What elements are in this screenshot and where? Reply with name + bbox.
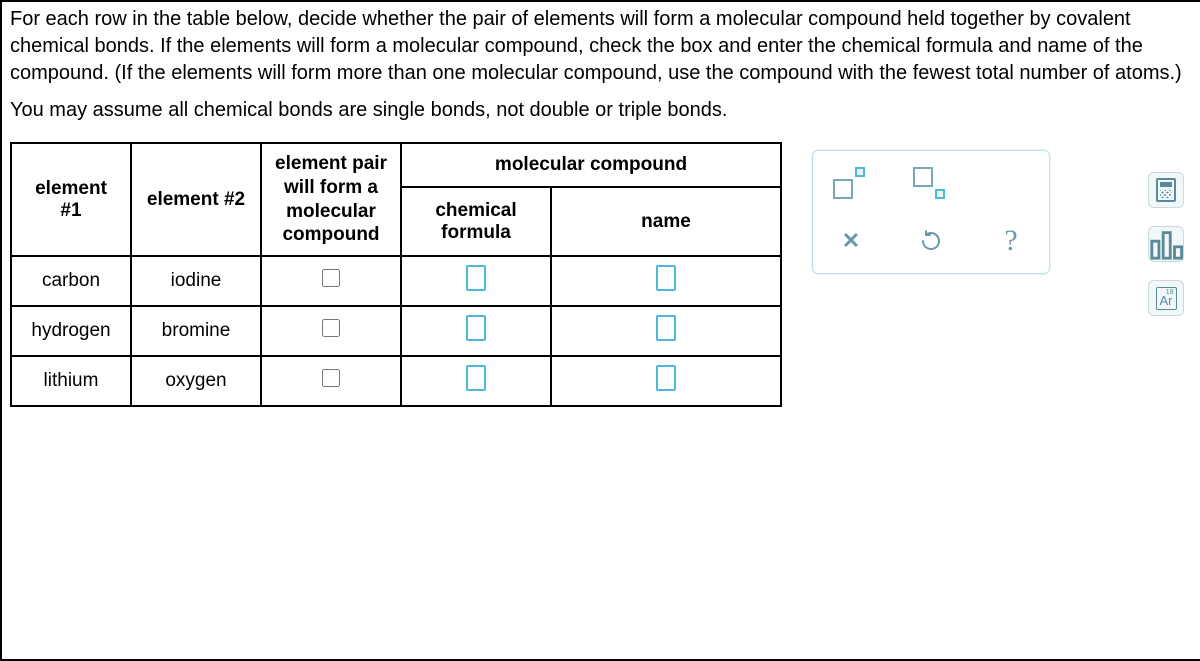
input-compound-name[interactable] <box>656 315 676 341</box>
table-row: lithium oxygen <box>11 356 781 406</box>
cell-element2: bromine <box>131 306 261 356</box>
formula-tool-panel: ✕ ? <box>812 150 1050 274</box>
input-chemical-formula[interactable] <box>466 315 486 341</box>
checkbox-will-form[interactable] <box>322 269 340 287</box>
graph-button[interactable] <box>1148 226 1184 262</box>
cell-element1: lithium <box>11 356 131 406</box>
superscript-button[interactable] <box>831 163 871 203</box>
side-tools: 18 Ar <box>1148 172 1184 316</box>
input-chemical-formula[interactable] <box>466 265 486 291</box>
cell-element1: hydrogen <box>11 306 131 356</box>
bar-chart-icon <box>1149 227 1183 261</box>
instructions-text: For each row in the table below, decide … <box>2 2 1200 91</box>
input-chemical-formula[interactable] <box>466 365 486 391</box>
close-icon: ✕ <box>842 228 860 254</box>
cell-element2: iodine <box>131 256 261 306</box>
undo-icon <box>919 229 943 253</box>
header-will-form: element pair will form a molecular compo… <box>261 143 401 256</box>
table-row: carbon iodine <box>11 256 781 306</box>
calculator-icon <box>1156 178 1176 202</box>
cell-element1: carbon <box>11 256 131 306</box>
header-element1: element #1 <box>11 143 131 256</box>
checkbox-will-form[interactable] <box>322 369 340 387</box>
calculator-button[interactable] <box>1148 172 1184 208</box>
periodic-table-button[interactable]: 18 Ar <box>1148 280 1184 316</box>
checkbox-will-form[interactable] <box>322 319 340 337</box>
reset-button[interactable] <box>911 221 951 261</box>
header-chemical-formula: chemical formula <box>401 187 551 256</box>
cell-element2: oxygen <box>131 356 261 406</box>
elements-table: element #1 element #2 element pair will … <box>10 142 782 407</box>
subscript-button[interactable] <box>911 163 951 203</box>
help-button[interactable]: ? <box>991 221 1031 261</box>
element-tile-icon: 18 Ar <box>1156 287 1177 310</box>
input-compound-name[interactable] <box>656 265 676 291</box>
header-name: name <box>551 187 781 256</box>
header-element2: element #2 <box>131 143 261 256</box>
question-icon: ? <box>1004 224 1017 258</box>
input-compound-name[interactable] <box>656 365 676 391</box>
header-molecular-compound: molecular compound <box>401 143 781 187</box>
assumption-text: You may assume all chemical bonds are si… <box>2 91 1200 142</box>
clear-button[interactable]: ✕ <box>831 221 871 261</box>
table-row: hydrogen bromine <box>11 306 781 356</box>
